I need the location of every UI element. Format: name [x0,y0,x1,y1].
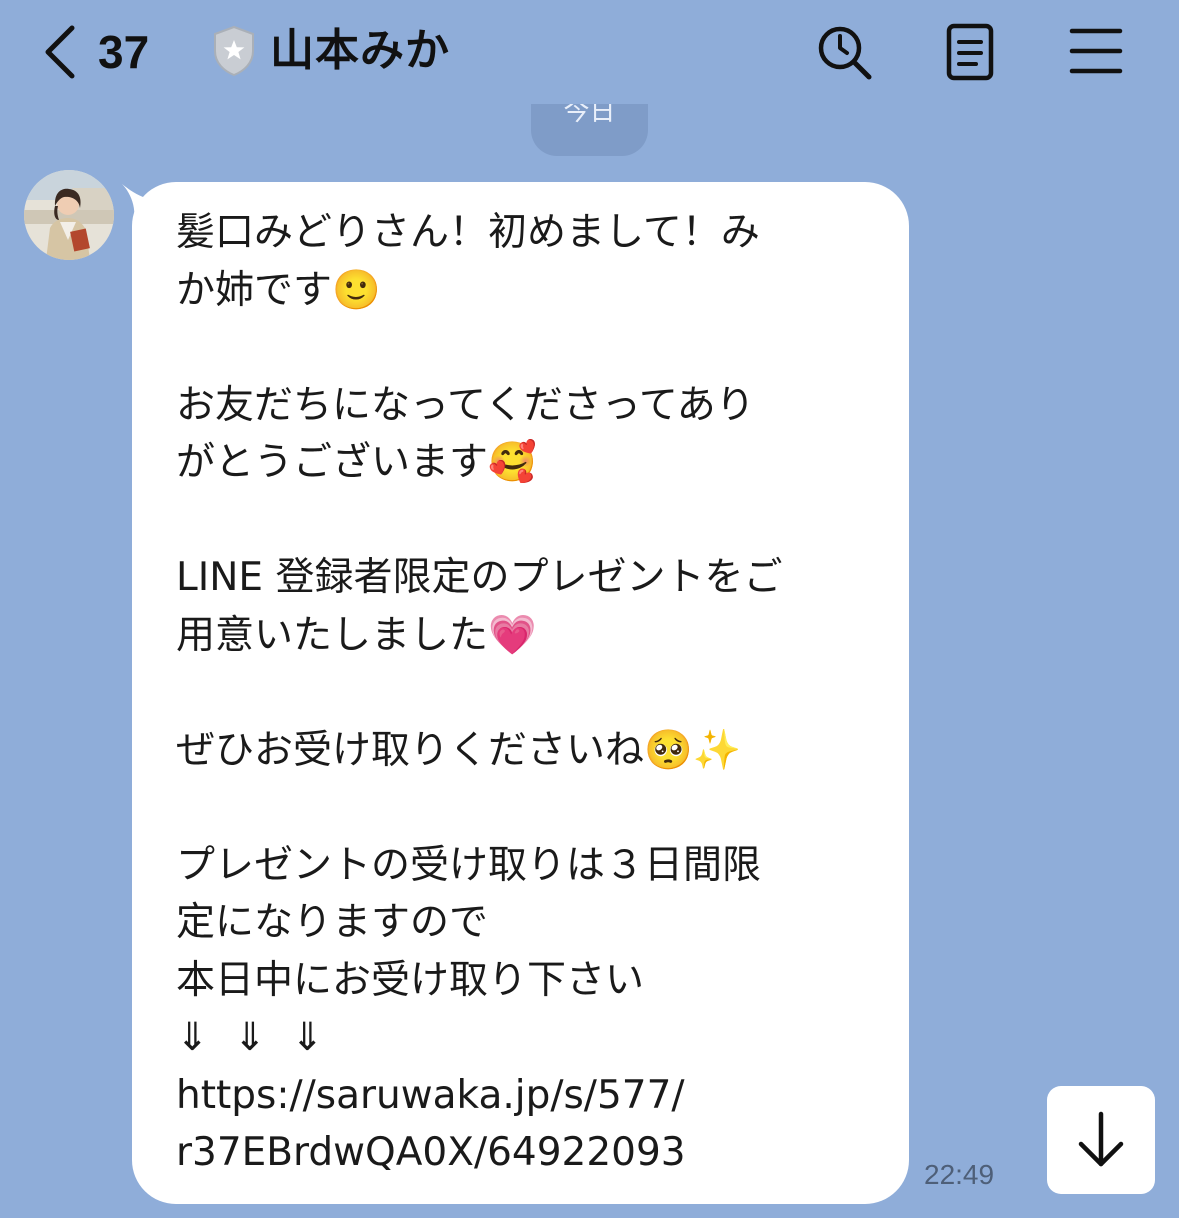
scroll-to-bottom-button[interactable] [1047,1086,1155,1194]
menu-icon[interactable] [1066,22,1126,82]
message-timestamp: 22:49 [924,1159,995,1190]
avatar[interactable] [24,170,114,260]
notes-icon[interactable] [940,22,1000,82]
message-text: 髪口みどりさん！初めまして！み か姉です🙂 お友だちになってくださってあり がと… [176,210,783,1175]
message-bubble[interactable]: 髪口みどりさん！初めまして！み か姉です🙂 お友だちになってくださってあり がと… [132,182,909,1204]
date-separator: 今日 [531,104,648,156]
chat-header: 37 山本みか [0,0,1179,104]
unread-count[interactable]: 37 [98,22,149,82]
shield-star-icon [214,25,254,77]
contact-name[interactable]: 山本みか [270,20,450,82]
avatar-photo [24,170,114,260]
date-label: 今日 [563,104,616,127]
search-icon[interactable] [814,22,874,82]
arrow-down-icon [1078,1111,1124,1167]
chevron-left-icon[interactable] [38,22,90,82]
